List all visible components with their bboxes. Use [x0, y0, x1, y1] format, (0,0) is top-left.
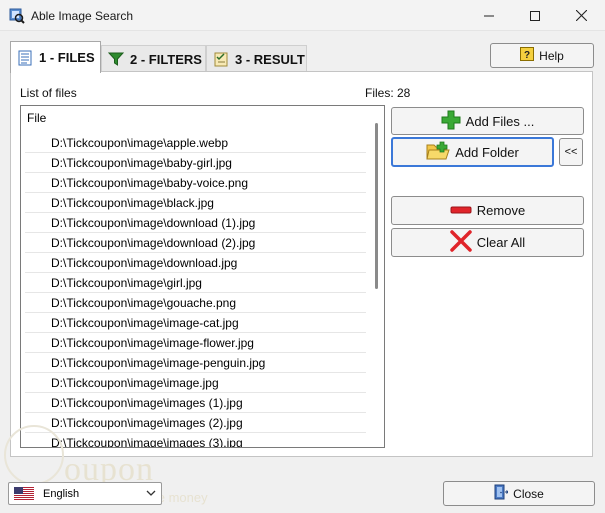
- language-select[interactable]: English: [8, 482, 162, 505]
- tab-result[interactable]: 3 - RESULT: [206, 45, 307, 72]
- file-list-row[interactable]: D:\Tickcoupon\image\images (3).jpg: [25, 433, 366, 447]
- close-button-label: Close: [513, 486, 544, 501]
- add-folder-label: Add Folder: [455, 144, 519, 160]
- folder-icon: [426, 141, 450, 164]
- door-exit-icon: [494, 484, 509, 503]
- file-list-row[interactable]: D:\Tickcoupon\image\image-penguin.jpg: [25, 353, 366, 373]
- tab-result-label: 3 - RESULT: [235, 51, 305, 67]
- file-list-row[interactable]: D:\Tickcoupon\image\apple.webp: [25, 133, 366, 153]
- list-icon: [17, 50, 33, 66]
- red-x-icon: [450, 230, 472, 255]
- close-icon[interactable]: [558, 0, 604, 31]
- help-button[interactable]: ? Help: [490, 43, 594, 68]
- magnifier-image-icon: [9, 8, 25, 24]
- checklist-icon: [213, 51, 229, 67]
- plus-icon: [441, 110, 461, 133]
- file-list-row[interactable]: D:\Tickcoupon\image\images (1).jpg: [25, 393, 366, 413]
- clear-all-label: Clear All: [476, 235, 526, 250]
- file-list-row[interactable]: D:\Tickcoupon\image\image-flower.jpg: [25, 333, 366, 353]
- file-list[interactable]: File D:\Tickcoupon\image\apple.webp D:\Ti…: [20, 105, 385, 448]
- list-of-files-label: List of files: [20, 86, 77, 100]
- files-count-label: Files: 28: [365, 86, 411, 100]
- collapse-button-label: <<: [564, 146, 578, 158]
- clear-all-button[interactable]: Clear All: [391, 228, 584, 257]
- remove-button[interactable]: Remove: [391, 196, 584, 225]
- file-rows: D:\Tickcoupon\image\apple.webp D:\Tickcou…: [21, 133, 366, 447]
- help-icon: ?: [520, 47, 535, 64]
- minus-icon: [450, 203, 472, 218]
- add-folder-button[interactable]: Add Folder: [391, 137, 554, 167]
- file-list-row[interactable]: D:\Tickcoupon\image\gouache.png: [25, 293, 366, 313]
- collapse-button[interactable]: <<: [559, 138, 583, 166]
- file-list-row[interactable]: D:\Tickcoupon\image\baby-voice.png: [25, 173, 366, 193]
- file-list-row[interactable]: D:\Tickcoupon\image\download.jpg: [25, 253, 366, 273]
- svg-text:?: ?: [524, 50, 530, 61]
- file-list-row[interactable]: D:\Tickcoupon\image\black.jpg: [25, 193, 366, 213]
- file-list-row[interactable]: D:\Tickcoupon\image\girl.jpg: [25, 273, 366, 293]
- tab-filters-label: 2 - FILTERS: [130, 51, 202, 67]
- file-list-row[interactable]: D:\Tickcoupon\image\image.jpg: [25, 373, 366, 393]
- file-list-row[interactable]: D:\Tickcoupon\image\download (1).jpg: [25, 213, 366, 233]
- us-flag-icon: [14, 487, 34, 500]
- file-column-header[interactable]: File: [27, 111, 46, 125]
- file-list-row[interactable]: D:\Tickcoupon\image\images (2).jpg: [25, 413, 366, 433]
- filter-funnel-icon: [107, 51, 125, 67]
- vertical-scrollbar[interactable]: [369, 107, 383, 446]
- close-button[interactable]: Close: [443, 481, 595, 506]
- maximize-icon[interactable]: [512, 0, 558, 31]
- scrollbar-thumb[interactable]: [375, 123, 378, 289]
- add-files-label: Add Files ...: [465, 113, 535, 129]
- window-title: Able Image Search: [31, 9, 134, 23]
- help-button-label: Help: [539, 48, 564, 63]
- file-list-row[interactable]: D:\Tickcoupon\image\download (2).jpg: [25, 233, 366, 253]
- minimize-icon[interactable]: [466, 0, 512, 31]
- tab-files[interactable]: 1 - FILES: [10, 41, 101, 73]
- file-list-row[interactable]: D:\Tickcoupon\image\image-cat.jpg: [25, 313, 366, 333]
- tab-files-label: 1 - FILES: [39, 50, 95, 65]
- tab-filters[interactable]: 2 - FILTERS: [101, 45, 206, 72]
- chevron-down-icon: [146, 488, 156, 501]
- remove-label: Remove: [476, 203, 526, 218]
- add-files-button[interactable]: Add Files ...: [391, 107, 584, 135]
- title-bar: Able Image Search: [0, 0, 605, 31]
- file-list-row[interactable]: D:\Tickcoupon\image\baby-girl.jpg: [25, 153, 366, 173]
- language-selected-label: English: [43, 487, 80, 500]
